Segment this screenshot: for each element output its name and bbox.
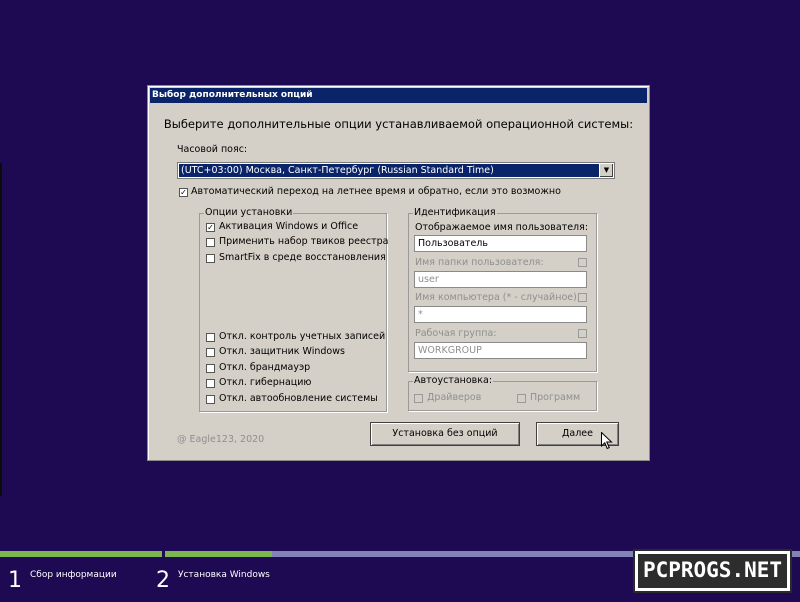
defender-label: Откл. защитник Windows xyxy=(219,346,345,357)
computer-name-label: Имя компьютера (* - случайное): xyxy=(415,292,581,303)
user-folder-input[interactable]: user xyxy=(414,271,587,288)
display-name-label: Отображаемое имя пользователя: xyxy=(415,222,589,233)
hibernation-checkbox[interactable] xyxy=(206,379,215,388)
programs-label: Программ xyxy=(530,392,581,403)
user-folder-checkbox[interactable] xyxy=(578,258,587,267)
display-name-input[interactable]: Пользователь xyxy=(414,235,587,252)
install-options-title: Опции установки xyxy=(204,207,294,218)
install-without-options-button[interactable]: Установка без опций xyxy=(370,422,520,446)
defender-checkbox[interactable] xyxy=(206,348,215,357)
step-2-label: Установка Windows xyxy=(178,570,270,580)
background-window-edge xyxy=(0,163,2,496)
registry-tweaks-checkbox[interactable] xyxy=(206,238,215,247)
hibernation-label: Откл. гибернацию xyxy=(219,377,312,388)
drivers-checkbox[interactable] xyxy=(414,394,423,403)
workgroup-label: Рабочая группа: xyxy=(415,328,497,339)
firewall-label: Откл. брандмауэр xyxy=(219,362,311,373)
autoupdate-checkbox[interactable] xyxy=(206,395,215,404)
watermark-logo: PCPROGS.NET xyxy=(633,549,792,593)
progress-step1-done xyxy=(0,551,162,557)
mouse-cursor-icon xyxy=(601,432,613,450)
computer-name-checkbox[interactable] xyxy=(578,293,587,302)
activation-checkbox[interactable]: ✓ xyxy=(206,223,215,232)
dst-label: Автоматический переход на летнее время и… xyxy=(191,186,561,197)
drivers-label: Драйверов xyxy=(427,392,482,403)
workgroup-input[interactable]: WORKGROUP xyxy=(414,342,587,359)
identification-title: Идентификация xyxy=(413,207,497,218)
smartfix-checkbox[interactable] xyxy=(206,254,215,263)
programs-checkbox[interactable] xyxy=(517,394,526,403)
progress-step2-done xyxy=(165,551,272,557)
smartfix-label: SmartFix в среде восстановления xyxy=(219,252,386,263)
step-1-label: Сбор информации xyxy=(30,570,117,580)
workgroup-checkbox[interactable] xyxy=(578,329,587,338)
timezone-label: Часовой пояс: xyxy=(177,144,248,155)
watermark-text: PCPROGS.NET xyxy=(638,554,787,588)
step-2-number: 2 xyxy=(156,568,170,593)
uac-label: Откл. контроль учетных записей xyxy=(219,331,386,342)
autoupdate-label: Откл. автообновление системы xyxy=(219,393,378,404)
timezone-selected-value: (UTC+03:00) Москва, Санкт-Петербург (Rus… xyxy=(179,164,599,177)
copyright-text: @ Eagle123, 2020 xyxy=(177,434,265,445)
dialog-titlebar[interactable]: Выбор дополнительных опций xyxy=(150,88,647,103)
chevron-down-icon[interactable]: ▼ xyxy=(599,164,613,177)
dialog-heading: Выберите дополнительные опции устанавлив… xyxy=(163,117,634,131)
user-folder-label: Имя папки пользователя: xyxy=(415,257,544,268)
timezone-select[interactable]: (UTC+03:00) Москва, Санкт-Петербург (Rus… xyxy=(177,162,615,179)
activation-label: Активация Windows и Office xyxy=(219,221,359,232)
step-1-number: 1 xyxy=(8,568,22,593)
dst-checkbox[interactable]: ✓ xyxy=(179,188,188,197)
registry-tweaks-label: Применить набор твиков реестра xyxy=(219,236,389,247)
options-dialog: Выбор дополнительных опций Выберите допо… xyxy=(147,85,650,461)
computer-name-input[interactable]: * xyxy=(414,306,587,323)
uac-checkbox[interactable] xyxy=(206,333,215,342)
firewall-checkbox[interactable] xyxy=(206,364,215,373)
autoinstall-title: Автоустановка: xyxy=(413,375,494,386)
